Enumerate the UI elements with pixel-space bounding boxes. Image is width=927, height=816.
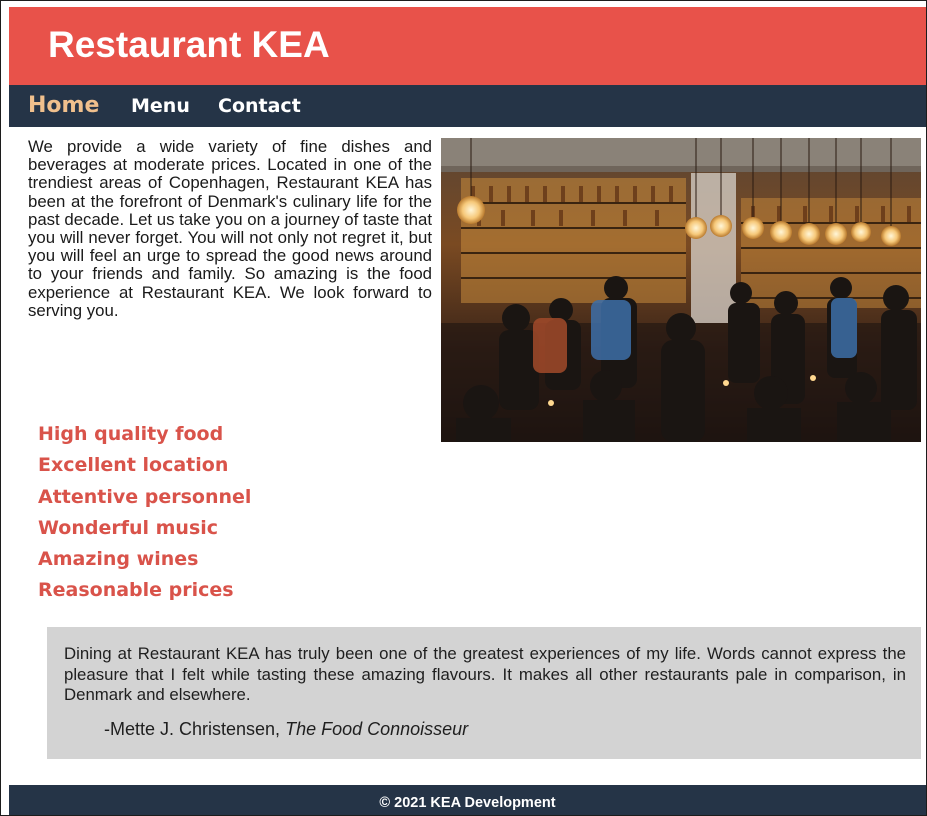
feature-item: High quality food	[38, 423, 224, 445]
site-title: Restaurant KEA	[48, 24, 330, 65]
feature-item: Excellent location	[38, 454, 229, 477]
testimonial-author: -Mette J. Christensen,	[104, 719, 281, 739]
feature-item: Amazing wines	[38, 548, 199, 571]
nav-home-link[interactable]: Home	[28, 85, 99, 127]
restaurant-bar-photo	[441, 138, 921, 442]
features-list: High quality food Excellent location Att…	[38, 419, 251, 607]
testimonial-source: The Food Connoisseur	[285, 719, 469, 739]
testimonial-text: Dining at Restaurant KEA has truly been …	[64, 644, 906, 704]
nav-menu-link[interactable]: Menu	[131, 85, 190, 127]
site-header: Restaurant KEA	[9, 7, 926, 85]
intro-text: We provide a wide variety of fine dishes…	[28, 137, 432, 320]
site-footer: © 2021 KEA Development	[9, 785, 926, 815]
testimonial-quote: Dining at Restaurant KEA has truly been …	[47, 627, 921, 759]
testimonial-byline: -Mette J. Christensen, The Food Connoiss…	[104, 719, 468, 740]
nav-contact-link[interactable]: Contact	[218, 85, 301, 127]
feature-item: Attentive personnel	[38, 485, 252, 508]
feature-item: Reasonable prices	[38, 579, 234, 602]
feature-item: Wonderful music	[38, 516, 219, 539]
page: Restaurant KEA Home Menu Contact We prov…	[0, 0, 927, 816]
main-nav: Home Menu Contact	[9, 85, 926, 127]
